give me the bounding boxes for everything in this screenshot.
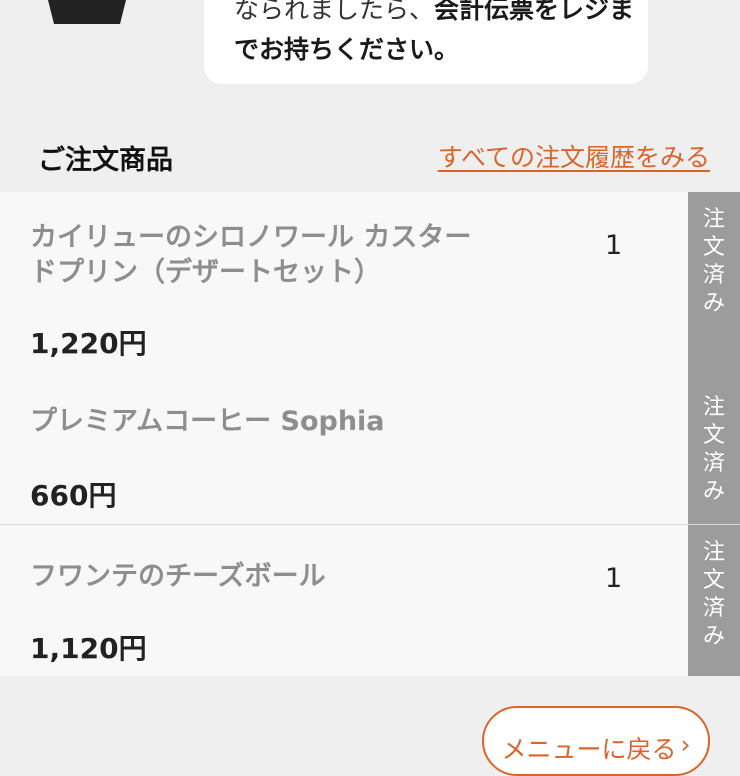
status-char: み — [702, 479, 725, 504]
item-price: 660円 — [30, 479, 117, 512]
chevron-right-icon: › — [680, 730, 691, 759]
status-char: 文 — [702, 235, 725, 260]
status-tag-ordered: 注 文 済 み — [688, 192, 740, 380]
item-name: カイリューのシロノワール カスタードプリン（デザートセット） — [30, 222, 472, 288]
section-title: ご注文商品 — [38, 145, 173, 176]
order-item: カイリューのシロノワール カスタードプリン（デザートセット） 1 1,220円 … — [0, 192, 740, 380]
ordered-items-header: ご注文商品 すべての注文履歴をみる — [0, 124, 740, 188]
item-quantity: 1 — [605, 563, 623, 594]
status-char: 済 — [702, 451, 725, 476]
status-char: 済 — [702, 263, 725, 288]
status-char: 注 — [702, 207, 725, 232]
bubble-text-line2: でお持ちください。 — [234, 35, 460, 64]
bubble-text-bold: 会計伝票をレジま — [434, 0, 635, 24]
order-item: プレミアムコーヒー Sophia 660円 注 文 済 み — [0, 370, 740, 524]
item-name: プレミアムコーヒー Sophia — [30, 406, 385, 437]
item-name: フワンテのチーズボール — [30, 561, 326, 592]
status-char: み — [702, 291, 725, 316]
status-tag-ordered: 注 文 済 み — [688, 370, 740, 524]
status-tag-ordered: 注 文 済 み — [688, 525, 740, 676]
back-to-menu-label: メニューに戻る — [501, 735, 677, 764]
order-list: カイリューのシロノワール カスタードプリン（デザートセット） 1 1,220円 … — [0, 192, 740, 676]
status-char: 済 — [702, 596, 725, 621]
back-to-menu-button[interactable]: メニューに戻る › — [482, 706, 710, 776]
status-char: 注 — [702, 540, 725, 565]
status-char: み — [702, 624, 725, 649]
staff-avatar — [40, 0, 132, 24]
order-item: フワンテのチーズボール 1 1,120円 注 文 済 み — [0, 524, 740, 676]
order-history-link[interactable]: すべての注文履歴をみる — [438, 138, 710, 174]
item-quantity: 1 — [605, 230, 623, 261]
bubble-text-normal: なられましたら、 — [234, 0, 435, 24]
status-char: 文 — [702, 568, 725, 593]
instruction-bubble: なられましたら、会計伝票をレジま でお持ちください。 — [204, 0, 648, 84]
status-char: 注 — [702, 395, 725, 420]
item-price: 1,220円 — [30, 327, 147, 360]
item-price: 1,120円 — [30, 632, 147, 665]
status-char: 文 — [702, 423, 725, 448]
